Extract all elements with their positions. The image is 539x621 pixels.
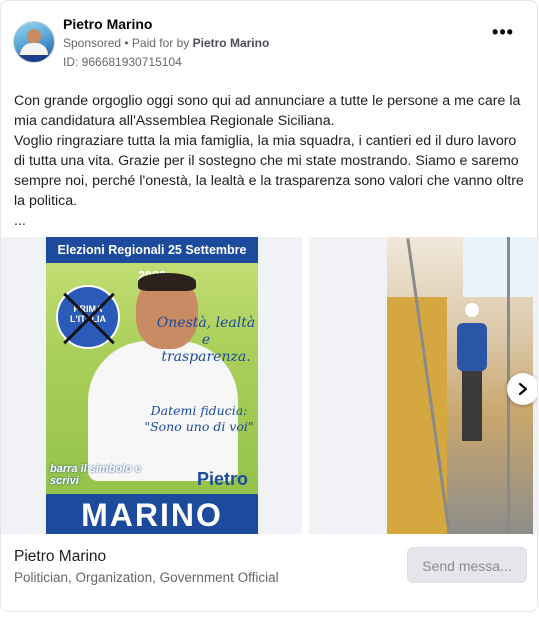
ad-header: Pietro Marino Sponsored • Paid for by Pi… bbox=[13, 16, 525, 71]
worker-body bbox=[457, 323, 487, 371]
poster-slogan-2: Datemi fiducia: "Sono uno di voi" bbox=[144, 403, 254, 434]
photo-sky bbox=[463, 237, 533, 297]
campaign-poster-image: Elezioni Regionali 25 Settembre 2022 PRI… bbox=[46, 237, 258, 534]
carousel-slide-1[interactable]: Elezioni Regionali 25 Settembre 2022 PRI… bbox=[1, 237, 302, 534]
see-more-ellipsis[interactable]: ... bbox=[14, 211, 528, 231]
page-name[interactable]: Pietro Marino bbox=[63, 16, 152, 32]
avatar-band bbox=[14, 55, 54, 62]
media-carousel: Elezioni Regionali 25 Settembre 2022 PRI… bbox=[1, 237, 537, 534]
more-options-button[interactable]: ••• bbox=[489, 23, 517, 45]
ad-id: ID: 966681930715104 bbox=[63, 55, 182, 69]
body-paragraph-1: Con grande orgoglio oggi sono qui ad ann… bbox=[14, 93, 521, 129]
carousel-slide-2[interactable] bbox=[309, 237, 537, 534]
paid-for-by-name: Pietro Marino bbox=[192, 36, 270, 50]
sponsored-label: Sponsored bbox=[63, 36, 122, 50]
poster-last-name: MARINO bbox=[46, 494, 258, 534]
avatar-face bbox=[27, 29, 41, 44]
body-paragraph-2: Voglio ringraziare tutta la mia famiglia… bbox=[14, 133, 524, 209]
poster-person-hair bbox=[138, 273, 196, 291]
worker-legs bbox=[462, 371, 482, 441]
poster-first-name: Pietro bbox=[196, 469, 248, 489]
ad-body-text: Con grande orgoglio oggi sono qui ad ann… bbox=[14, 91, 528, 231]
photo-wall bbox=[387, 297, 447, 534]
avatar[interactable] bbox=[13, 21, 55, 63]
poster-instruction: barra il simbolo e scrivi bbox=[50, 463, 142, 487]
poster-slogan: Onestà, lealtà e trasparenza. bbox=[156, 315, 256, 365]
chevron-right-icon bbox=[518, 382, 528, 396]
paid-for-separator: • Paid for by bbox=[121, 36, 193, 50]
footer-page-category: Politician, Organization, Government Off… bbox=[14, 570, 279, 585]
ad-card: Pietro Marino Sponsored • Paid for by Pi… bbox=[0, 0, 538, 612]
send-message-button[interactable]: Send messa... bbox=[407, 547, 527, 583]
carousel-next-button[interactable] bbox=[507, 373, 537, 405]
party-logo: PRIMA L'ITALIA bbox=[56, 285, 120, 349]
sponsored-line: Sponsored • Paid for by Pietro Marino bbox=[63, 36, 269, 50]
worker-helmet bbox=[465, 303, 479, 317]
footer-page-name[interactable]: Pietro Marino bbox=[14, 548, 106, 566]
poster-title: Elezioni Regionali 25 Settembre 2022 bbox=[46, 237, 258, 283]
